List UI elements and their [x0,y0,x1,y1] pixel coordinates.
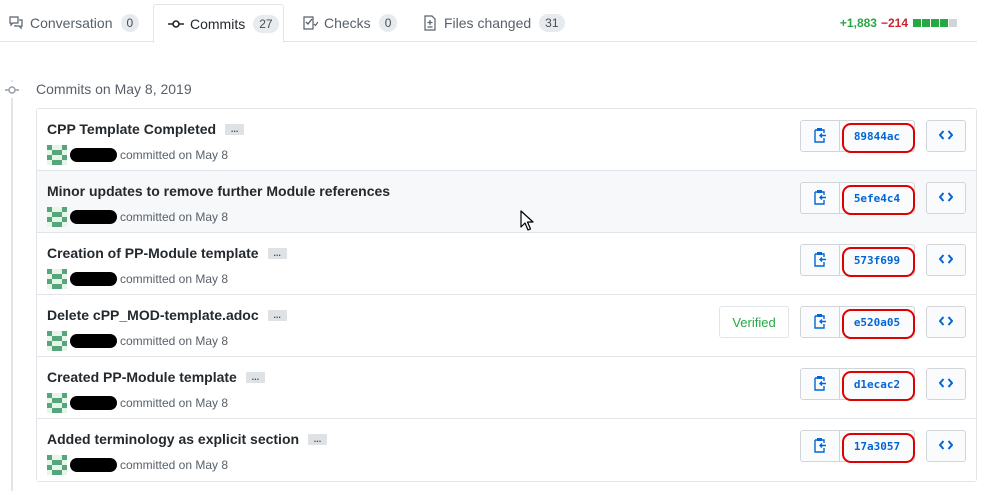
commit-row: Minor updates to remove further Module r… [37,171,976,233]
redacted-author [70,458,117,472]
redacted-author [70,396,117,410]
browse-repo-button[interactable] [926,430,966,462]
diffstat-block [949,19,957,27]
tab-counter: 31 [539,14,565,32]
avatar[interactable] [47,145,67,165]
commit-row: Creation of PP-Module template ... commi… [37,233,976,295]
copy-sha-button[interactable] [800,244,840,276]
commit-title-link[interactable]: CPP Template Completed [47,121,216,137]
copy-sha-button[interactable] [800,306,840,338]
tab-counter: 0 [120,14,140,32]
browse-repo-button[interactable] [926,368,966,400]
tab-label: Checks [324,15,371,31]
ellipsis-icon[interactable]: ... [267,309,287,321]
commit-meta: committed on May 8 [120,334,229,348]
clipboard-icon [813,189,827,208]
commit-sha-link[interactable]: 5efe4c4 [840,182,915,215]
git-commit-icon [168,16,184,32]
commit-sha-link[interactable]: e520a05 [840,306,915,339]
commit-sha-link[interactable]: 573f699 [840,244,915,277]
file-diff-icon [422,15,438,31]
tab-checks[interactable]: Checks 0 [302,4,398,42]
tab-counter: 27 [253,14,279,33]
commit-title-link[interactable]: Delete cPP_MOD-template.adoc [47,307,259,323]
diffstat-block [922,19,930,27]
commit-sha-link[interactable]: 89844ac [840,120,915,153]
diffstat-block [931,19,939,27]
browse-repo-button[interactable] [926,244,966,276]
deletions-count: −214 [880,16,908,30]
code-icon [938,314,954,330]
ellipsis-icon[interactable]: ... [308,433,328,445]
copy-sha-button[interactable] [800,430,840,462]
clipboard-icon [813,313,827,332]
redacted-author [70,272,117,286]
browse-repo-button[interactable] [926,120,966,152]
ellipsis-icon[interactable]: ... [267,247,287,259]
tab-label: Commits [190,15,246,32]
diffstat: +1,883 −214 [840,16,957,30]
commit-row: CPP Template Completed ... committed on … [37,109,976,171]
avatar[interactable] [47,207,67,227]
avatar[interactable] [47,269,67,289]
commit-row: Created PP-Module template ... committed… [37,357,976,419]
timeline-line [11,80,13,491]
tab-conversation[interactable]: Conversation 0 [8,4,140,42]
verified-badge[interactable]: Verified [719,306,789,338]
commit-sha-link[interactable]: d1ecac2 [840,368,915,401]
avatar[interactable] [47,393,67,413]
avatar[interactable] [47,331,67,351]
commit-row: Delete cPP_MOD-template.adoc ... committ… [37,295,976,357]
commit-title-link[interactable]: Minor updates to remove further Module r… [47,183,390,199]
commit-meta: committed on May 8 [120,396,229,410]
code-icon [938,252,954,268]
clipboard-icon [813,251,827,270]
redacted-author [70,210,117,224]
ellipsis-icon[interactable]: ... [245,371,265,383]
commit-meta: committed on May 8 [120,148,229,162]
clipboard-icon [813,127,827,146]
comment-icon [8,15,24,31]
additions-count: +1,883 [839,16,877,30]
commit-meta: committed on May 8 [120,272,229,286]
tab-commits[interactable]: Commits 27 [153,4,284,43]
copy-sha-button[interactable] [800,182,840,214]
redacted-author [70,148,117,162]
browse-repo-button[interactable] [926,306,966,338]
git-commit-icon [4,82,20,98]
commit-title-link[interactable]: Added terminology as explicit section [47,431,299,447]
commit-meta: committed on May 8 [120,210,229,224]
tab-label: Conversation [30,15,113,31]
checklist-icon [302,15,318,31]
mouse-cursor-icon [520,210,534,235]
commit-list: CPP Template Completed ... committed on … [36,108,977,482]
commit-title-link[interactable]: Created PP-Module template [47,369,237,385]
clipboard-icon [813,437,827,456]
redacted-author [70,334,117,348]
avatar[interactable] [47,455,67,475]
code-icon [938,190,954,206]
code-icon [938,376,954,392]
commit-sha-link[interactable]: 17a3057 [840,430,915,463]
ellipsis-icon[interactable]: ... [225,123,245,135]
copy-sha-button[interactable] [800,120,840,152]
tab-files-changed[interactable]: Files changed 31 [422,4,565,42]
commit-row: Added terminology as explicit section ..… [37,419,976,481]
pr-tab-bar: Conversation 0 Commits 27 Checks 0 Files… [0,0,977,43]
diffstat-block [940,19,948,27]
code-icon [938,438,954,454]
commit-group-heading: Commits on May 8, 2019 [36,81,192,97]
commit-title-link[interactable]: Creation of PP-Module template [47,245,259,261]
commit-meta: committed on May 8 [120,458,229,472]
code-icon [938,128,954,144]
tab-counter: 0 [378,14,398,32]
diffstat-block [913,19,921,27]
copy-sha-button[interactable] [800,368,840,400]
browse-repo-button[interactable] [926,182,966,214]
clipboard-icon [813,375,827,394]
tab-label: Files changed [444,15,532,31]
